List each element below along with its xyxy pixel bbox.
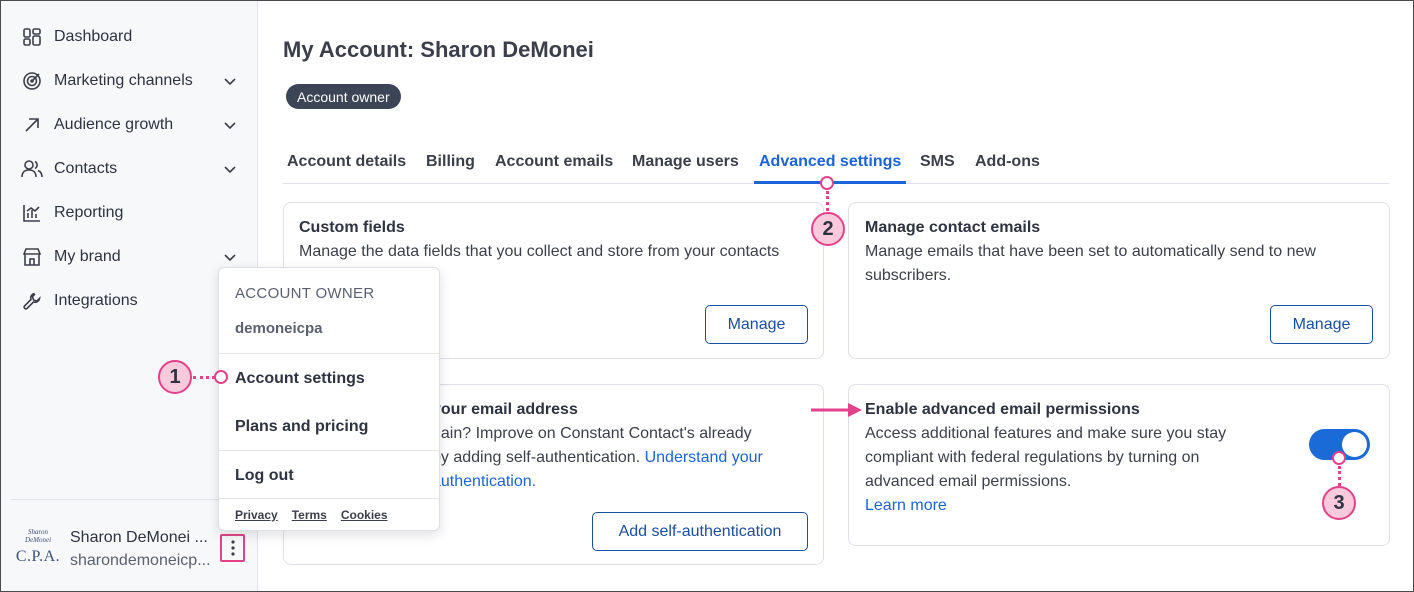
sidebar-item-label: My brand (54, 248, 121, 265)
menu-divider (219, 450, 439, 451)
card-description: Access additional features and make sure… (865, 425, 1227, 490)
sidebar-item-label: Marketing channels (54, 72, 193, 89)
callout-anchor (214, 370, 228, 384)
account-owner-badge: Account owner (286, 84, 401, 109)
menu-footer: Privacy Terms Cookies (235, 508, 388, 522)
sidebar-item-reporting[interactable]: Reporting (21, 198, 246, 228)
tab-manage-users[interactable]: Manage users (632, 153, 739, 184)
more-options-button[interactable] (220, 534, 245, 562)
callout-anchor (820, 176, 834, 190)
cookies-link[interactable]: Cookies (341, 508, 388, 522)
privacy-link[interactable]: Privacy (235, 508, 278, 522)
sidebar-item-integrations[interactable]: Integrations (21, 286, 246, 316)
understand-authentication-link-cont[interactable]: authentication. (432, 473, 536, 490)
card-title: Enable advanced email permissions (865, 401, 1140, 418)
sidebar-item-contacts[interactable]: Contacts (21, 154, 246, 184)
company-logo: Sharon DeMonei C.P.A. (15, 528, 61, 565)
manage-contact-emails-card: Manage contact emails Manage emails that… (848, 202, 1390, 359)
profile-name: Sharon DeMonei ... (70, 529, 208, 546)
tab-account-emails[interactable]: Account emails (495, 153, 613, 184)
learn-more-link[interactable]: Learn more (865, 494, 947, 518)
callout-2: 2 (811, 212, 845, 246)
account-dropdown-menu: ACCOUNT OWNER demoneicpa Account setting… (218, 267, 440, 531)
card-title: Custom fields (299, 219, 405, 236)
tab-sms[interactable]: SMS (920, 153, 955, 184)
sidebar-item-label: Dashboard (54, 28, 133, 45)
profile-email: sharondemoneicp... (70, 552, 211, 569)
storefront-icon (21, 246, 43, 268)
tab-account-details[interactable]: Account details (287, 153, 406, 184)
dashboard-icon (21, 26, 43, 48)
sidebar-item-audience-growth[interactable]: Audience growth (21, 110, 246, 140)
pointer-arrow-icon (811, 403, 862, 417)
sidebar-item-label: Contacts (54, 160, 118, 177)
menu-heading: ACCOUNT OWNER (235, 285, 375, 302)
menu-item-plans-and-pricing[interactable]: Plans and pricing (235, 418, 368, 436)
callout-connector (193, 376, 215, 379)
manage-custom-fields-button[interactable]: Manage (705, 305, 808, 344)
card-description: Manage emails that have been set to auto… (865, 243, 1316, 284)
callout-3: 3 (1322, 486, 1356, 520)
people-icon (21, 158, 43, 180)
sidebar-item-marketing-channels[interactable]: Marketing channels (21, 66, 246, 96)
sidebar-item-label: Integrations (54, 292, 138, 309)
toggle-knob (1342, 432, 1367, 457)
kebab-icon (230, 540, 235, 556)
card-title: Manage contact emails (865, 219, 1041, 236)
understand-authentication-link[interactable]: Understand your (645, 449, 763, 466)
callout-connector (826, 191, 829, 211)
callout-anchor (1332, 451, 1346, 465)
chevron-down-icon[interactable] (222, 73, 238, 89)
target-icon (21, 70, 43, 92)
sidebar-item-dashboard[interactable]: Dashboard (21, 22, 246, 52)
chevron-down-icon[interactable] (222, 117, 238, 133)
bar-chart-icon (21, 202, 43, 224)
add-self-authentication-button[interactable]: Add self-authentication (592, 512, 808, 551)
advanced-email-permissions-card: Enable advanced email permissions Access… (848, 384, 1390, 546)
callout-1: 1 (158, 360, 192, 394)
arrow-up-right-icon (21, 114, 43, 136)
wrench-icon (21, 290, 43, 312)
page-title: My Account: Sharon DeMonei (283, 37, 594, 62)
menu-divider (219, 353, 439, 354)
terms-link[interactable]: Terms (292, 508, 327, 522)
sidebar-item-label: Audience growth (54, 116, 174, 133)
chevron-down-icon[interactable] (222, 249, 238, 265)
menu-item-account-settings[interactable]: Account settings (235, 370, 365, 388)
card-description: nain? Improve on Constant Contact's alre… (432, 425, 763, 490)
menu-item-log-out[interactable]: Log out (235, 467, 294, 485)
tab-add-ons[interactable]: Add-ons (975, 153, 1040, 184)
menu-username: demoneicpa (235, 320, 323, 337)
profile-section: Sharon DeMonei C.P.A. Sharon DeMonei ...… (11, 516, 251, 582)
callout-connector (1338, 466, 1341, 486)
app-window: Dashboard Marketing channels Audience gr… (0, 0, 1414, 592)
card-title: your email address (432, 401, 578, 418)
sidebar-item-my-brand[interactable]: My brand (21, 242, 246, 272)
menu-divider (219, 498, 439, 499)
manage-contact-emails-button[interactable]: Manage (1270, 305, 1373, 344)
card-description: Manage the data fields that you collect … (299, 243, 780, 260)
tab-billing[interactable]: Billing (426, 153, 475, 184)
tab-bar: Account details Billing Account emails M… (283, 153, 1389, 184)
sidebar-item-label: Reporting (54, 204, 124, 221)
chevron-down-icon[interactable] (222, 161, 238, 177)
